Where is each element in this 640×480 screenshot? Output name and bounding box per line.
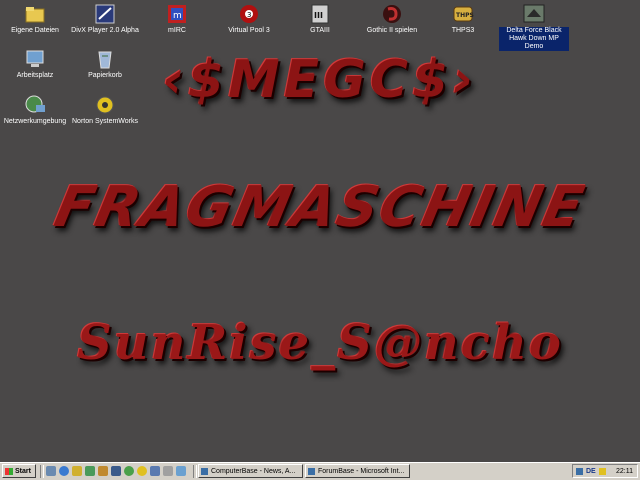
wallpaper-title-fragmaschine: FRAGMASCHINE [49, 175, 591, 240]
icon-label: THPS3 [451, 27, 475, 34]
deltaforce-icon [523, 3, 545, 25]
messenger-icon[interactable] [124, 466, 134, 476]
taskbar-separator [193, 465, 197, 478]
ie-icon[interactable] [59, 466, 69, 476]
icon-label: Eigene Dateien [11, 27, 59, 34]
norton-icon[interactable] [137, 466, 147, 476]
icon-label: DivX Player 2.0 Alpha [71, 27, 139, 34]
clock[interactable]: 22:11 [616, 465, 633, 478]
taskbar-separator [40, 465, 44, 478]
tray-icon[interactable] [576, 468, 583, 475]
icon-label: GTAIII [310, 27, 330, 34]
pool-icon: 3 [238, 3, 260, 25]
windows-logo-icon [5, 468, 13, 475]
ie-icon [201, 468, 208, 475]
svg-text:3: 3 [247, 11, 251, 19]
icon-label: Virtual Pool 3 [228, 27, 270, 34]
thps-icon: THPS [452, 3, 474, 25]
taskbar: Start ComputerBase - News, A... ForumBas… [0, 462, 640, 480]
desktop-icon-mirc[interactable]: m mIRC [142, 3, 212, 35]
taskbar-button-forumbase[interactable]: ForumBase - Microsoft Int... [305, 464, 410, 478]
svg-text:III: III [314, 11, 323, 20]
wallpaper-title-sunrise: SunRise_S@ncho [77, 315, 563, 371]
ie-icon [308, 468, 315, 475]
desktop-icon-thps3[interactable]: THPS THPS3 [428, 3, 498, 35]
task-label: ComputerBase - News, A... [211, 468, 296, 475]
desktop-icon-eigene-dateien[interactable]: Eigene Dateien [0, 3, 70, 35]
app-icon[interactable] [150, 466, 160, 476]
media-icon[interactable] [85, 466, 95, 476]
start-button[interactable]: Start [2, 464, 36, 478]
gothic-icon [381, 3, 403, 25]
folder-icon [24, 3, 46, 25]
icon-label: Netzwerkumgebung [3, 118, 67, 125]
icon-label: mIRC [168, 27, 186, 34]
desktop: Eigene Dateien DivX Player 2.0 Alpha m m… [0, 0, 640, 462]
warning-icon[interactable] [599, 468, 606, 475]
desktop-icon-delta-force[interactable]: Delta Force Black Hawk Down MP Demo [499, 3, 569, 51]
taskbar-button-computerbase[interactable]: ComputerBase - News, A... [198, 464, 303, 478]
icon-label: Delta Force Black Hawk Down MP Demo [499, 27, 569, 51]
desktop-icon-divx-player[interactable]: DivX Player 2.0 Alpha [70, 3, 140, 35]
svg-text:THPS: THPS [456, 12, 474, 19]
divx-icon [94, 3, 116, 25]
desktop-icon-gothic[interactable]: Gothic II spielen [357, 3, 427, 35]
icon-label: Gothic II spielen [366, 27, 418, 34]
app-icon[interactable] [176, 466, 186, 476]
svg-text:m: m [173, 11, 182, 21]
wallpaper-title-megc: ‹$MEGC$› [162, 50, 478, 110]
desktop-icon[interactable] [46, 466, 56, 476]
app-icon[interactable] [163, 466, 173, 476]
language-indicator[interactable]: DE [586, 465, 596, 478]
system-tray: DE 22:11 [572, 464, 638, 478]
icon-label: Norton SystemWorks [72, 118, 138, 125]
winamp-icon[interactable] [111, 466, 121, 476]
desktop-icon-gtaiii[interactable]: III GTAIII [285, 3, 355, 35]
start-label: Start [15, 468, 31, 475]
mirc-icon: m [166, 3, 188, 25]
explorer-icon[interactable] [98, 466, 108, 476]
task-label: ForumBase - Microsoft Int... [318, 468, 405, 475]
outlook-icon[interactable] [72, 466, 82, 476]
desktop-icon-virtual-pool[interactable]: 3 Virtual Pool 3 [214, 3, 284, 35]
gta-icon: III [309, 3, 331, 25]
